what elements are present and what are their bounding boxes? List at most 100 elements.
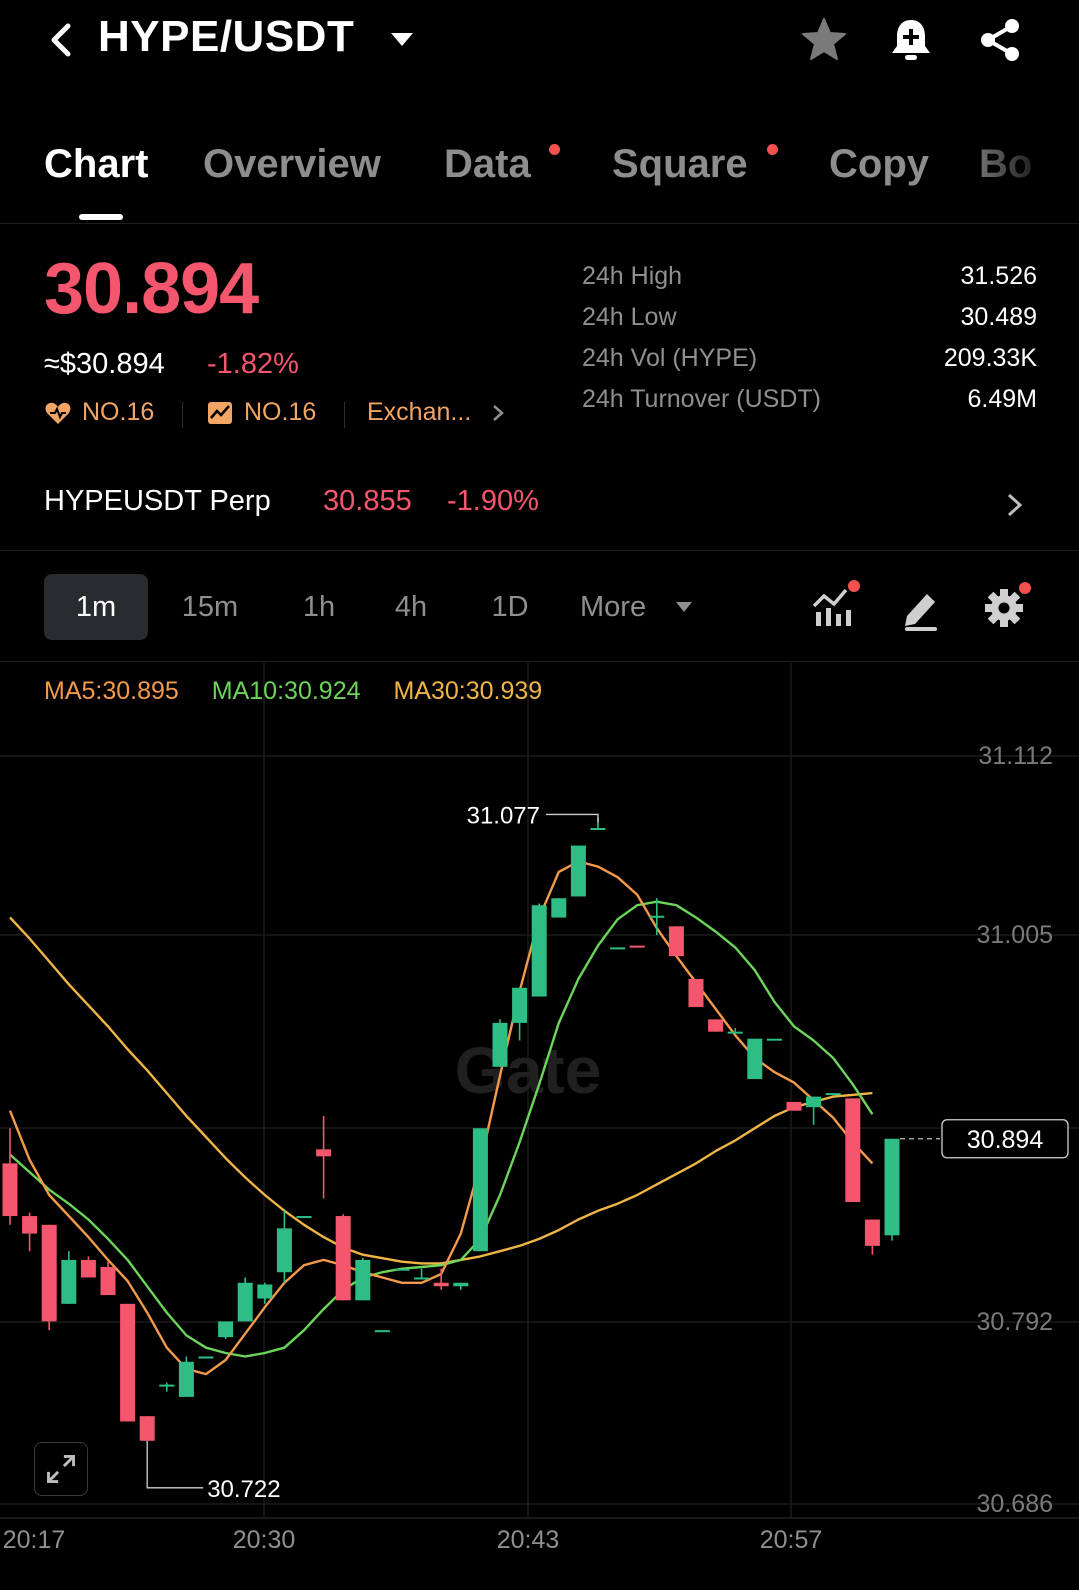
caret-down-icon[interactable] — [674, 600, 694, 614]
candle-body — [433, 1282, 449, 1287]
hot-rank[interactable]: NO.16 — [44, 398, 154, 427]
candle-body — [276, 1228, 292, 1273]
candle-body — [22, 1216, 38, 1234]
candle-body — [218, 1321, 234, 1338]
divider — [182, 402, 183, 428]
stat-label: 24h Turnover (USDT) — [582, 385, 821, 413]
chevron-right-icon — [1007, 493, 1023, 517]
stat-turnover: 24h Turnover (USDT) 6.49M — [582, 385, 1037, 426]
caret-down-icon[interactable] — [388, 28, 416, 50]
perp-link-row[interactable]: HYPEUSDT Perp 30.855 -1.90% — [0, 465, 1079, 551]
interval-1h[interactable]: 1h — [283, 574, 355, 640]
ma30-label: MA30:30.939 — [393, 677, 543, 705]
notification-dot — [549, 144, 560, 155]
app-root: HYPE/USDT Chart Overview Data Square Cop… — [0, 0, 1079, 1590]
candle-body — [257, 1284, 273, 1299]
tab-square[interactable]: Square — [612, 142, 748, 187]
candle-body — [296, 1216, 312, 1219]
stat-value: 31.526 — [960, 262, 1037, 290]
tab-data[interactable]: Data — [444, 142, 531, 187]
candle-body — [394, 1268, 410, 1271]
x-tick-label: 20:57 — [760, 1526, 823, 1554]
candle-body — [316, 1149, 332, 1157]
y-tick-label: 31.005 — [977, 921, 1053, 949]
ma5-line — [8, 860, 874, 1376]
interval-15m[interactable]: 15m — [165, 574, 255, 640]
ma10-label: MA10:30.924 — [211, 677, 361, 705]
gain-rank-label: NO.16 — [244, 398, 317, 426]
candle-body — [825, 1093, 841, 1096]
current-price-label: 30.894 — [967, 1126, 1044, 1154]
stats-panel: 24h High 31.526 24h Low 30.489 24h Vol (… — [582, 262, 1037, 426]
candle-body — [453, 1282, 469, 1287]
interval-more[interactable]: More — [580, 574, 662, 640]
candle-body — [80, 1259, 96, 1278]
settings-icon[interactable] — [980, 580, 1034, 634]
candle-body — [335, 1216, 351, 1301]
candle-body — [355, 1259, 371, 1301]
share-icon[interactable] — [974, 14, 1026, 66]
stat-label: 24h High — [582, 262, 683, 290]
candle-body — [61, 1259, 77, 1304]
chevron-right-icon — [493, 404, 505, 421]
candle-body — [120, 1303, 136, 1422]
candle-body — [100, 1266, 116, 1296]
pair-title[interactable]: HYPE/USDT — [98, 12, 354, 62]
candle-body — [374, 1330, 390, 1333]
back-icon[interactable] — [40, 18, 84, 62]
exchange-link[interactable]: Exchan... — [367, 398, 509, 427]
interval-1d[interactable]: 1D — [470, 574, 550, 640]
candle-body — [845, 1098, 861, 1202]
star-icon[interactable] — [798, 14, 850, 66]
candle-body — [41, 1224, 57, 1322]
candle-body — [492, 1022, 508, 1067]
candle-body — [472, 1128, 488, 1252]
tab-overview[interactable]: Overview — [203, 142, 381, 187]
interval-toolbar: 1m 15m 1h 4h 1D More — [0, 552, 1079, 662]
stat-value: 209.33K — [943, 344, 1037, 372]
trend-chart-icon — [208, 401, 232, 424]
fullscreen-icon[interactable] — [34, 1442, 88, 1496]
chart-canvas[interactable]: Gate 31.112 31.005 30.792 30.686 20:17 20:30 2… — [0, 663, 1079, 1590]
tab-chart[interactable]: Chart — [44, 142, 148, 187]
candle-body — [198, 1356, 214, 1359]
bell-plus-icon[interactable] — [885, 14, 937, 66]
stat-label: 24h Low — [582, 303, 677, 331]
candle-body — [688, 978, 704, 1008]
stat-high: 24h High 31.526 — [582, 262, 1037, 303]
x-tick-label: 20:17 — [3, 1526, 66, 1554]
candle-body — [551, 898, 567, 918]
candle-body — [570, 845, 586, 897]
interval-4h[interactable]: 4h — [375, 574, 447, 640]
low-marker-line — [146, 1440, 204, 1489]
tab-copy[interactable]: Copy — [829, 142, 929, 187]
draw-icon[interactable] — [895, 580, 949, 634]
candle-body — [806, 1096, 822, 1108]
ma-legend: MA5:30.895 MA10:30.924 MA30:30.939 — [44, 677, 568, 706]
x-tick-label: 20:30 — [233, 1526, 296, 1554]
low-marker-label: 30.722 — [207, 1476, 280, 1503]
tab-bar: Chart Overview Data Square Copy Bo — [0, 130, 1079, 224]
notification-dot — [767, 144, 778, 155]
candle-body — [649, 915, 665, 918]
candle-body — [159, 1384, 175, 1387]
indicators-icon[interactable] — [808, 580, 862, 634]
heart-icon — [45, 402, 71, 424]
interval-1m[interactable]: 1m — [44, 574, 148, 640]
candle-body — [786, 1101, 802, 1111]
exchange-link-label: Exchan... — [367, 398, 472, 426]
stat-volume: 24h Vol (HYPE) 209.33K — [582, 344, 1037, 385]
top-header: HYPE/USDT — [0, 0, 1079, 90]
candlestick-chart[interactable]: Gate 31.112 31.005 30.792 30.686 20:17 20:30 2… — [0, 663, 1079, 1590]
high-marker-label: 31.077 — [467, 802, 540, 829]
candle-body — [531, 905, 547, 997]
candle-body — [864, 1219, 880, 1246]
gain-rank[interactable]: NO.16 — [206, 398, 316, 427]
candle-body — [629, 945, 645, 948]
candle-body — [139, 1416, 155, 1441]
candle-body — [708, 1019, 724, 1032]
candle-body — [237, 1282, 253, 1322]
candle-body — [610, 947, 626, 950]
candle-body — [178, 1361, 194, 1397]
stat-value: 30.489 — [960, 303, 1037, 331]
